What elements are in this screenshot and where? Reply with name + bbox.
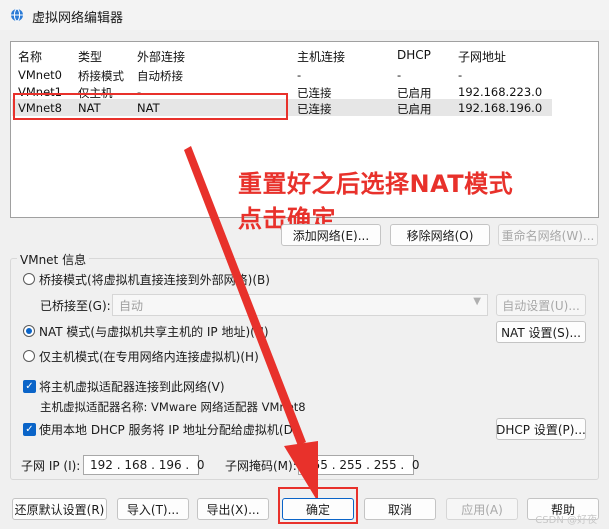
cancel-button[interactable]: 取消 <box>364 498 436 520</box>
restore-defaults-button[interactable]: 还原默认设置(R) <box>12 498 107 520</box>
export-button[interactable]: 导出(X)... <box>197 498 269 520</box>
import-button[interactable]: 导入(T)... <box>117 498 189 520</box>
ok-highlight-box <box>278 487 358 524</box>
watermark: CSDN @好夜 <box>535 515 597 526</box>
apply-button[interactable]: 应用(A) <box>446 498 518 520</box>
annotation-arrow <box>184 146 318 502</box>
